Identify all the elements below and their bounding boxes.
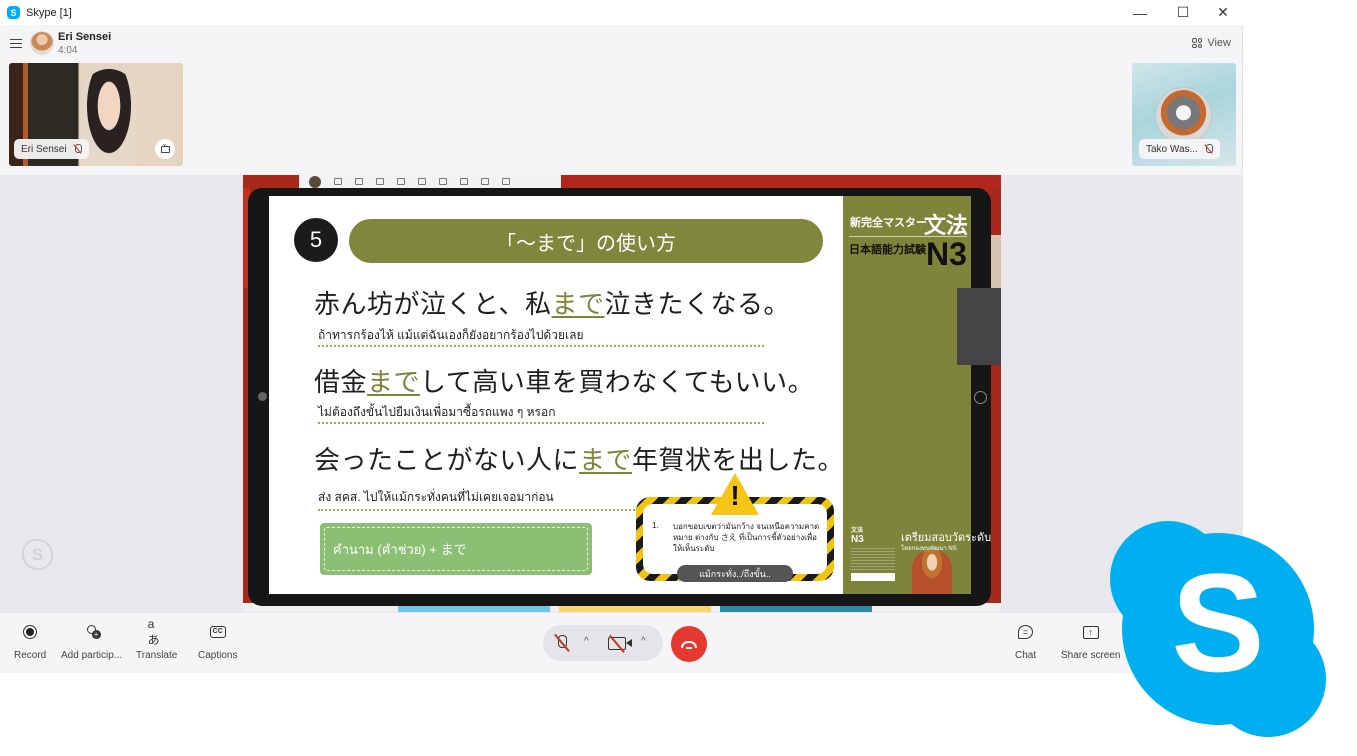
note-text: บอกขอบเขตว่ามันกว้าง จนเหนือความคาดหมาย … <box>673 522 820 553</box>
mic-muted-icon <box>73 144 82 154</box>
caller-name: Eri Sensei <box>58 31 112 43</box>
grid-view-icon <box>1192 38 1203 48</box>
overlay-block <box>957 288 1001 365</box>
participant-avatar <box>1155 87 1212 144</box>
call-header: Eri Sensei 4:04 View <box>0 25 1243 61</box>
unpin-icon <box>160 143 170 153</box>
camera-dot <box>258 392 267 401</box>
tool-icon <box>481 178 489 185</box>
tool-icon <box>334 178 342 185</box>
tool-icon <box>460 178 468 185</box>
maximize-button[interactable]: ☐ <box>1163 0 1203 25</box>
tool-icon <box>355 178 363 185</box>
mute-microphone-button[interactable] <box>553 634 571 652</box>
mini-book-cover: 文法 N3 <box>851 525 895 585</box>
book-series: 新完全マスター <box>850 217 927 229</box>
note-meaning-pill: แม้กระทั่ง../ถึงขั้น.. <box>677 565 793 582</box>
record-button[interactable]: Record <box>14 623 46 661</box>
unpin-button[interactable] <box>155 139 175 159</box>
tool-icon <box>418 178 426 185</box>
profile-icon <box>309 175 321 188</box>
window-title: Skype [1] <box>26 6 72 19</box>
minimize-button[interactable]: — <box>1120 0 1160 25</box>
svg-text:S: S <box>1171 544 1264 701</box>
example-sentence: 借金までして高い車を買わなくてもいい。 <box>314 367 815 397</box>
chat-button[interactable]: = Chat <box>1015 623 1036 661</box>
add-person-icon <box>85 625 101 639</box>
mic-options-chevron-icon[interactable]: ^ <box>584 636 589 647</box>
captions-button[interactable]: CC Captions <box>198 623 237 661</box>
home-button-icon <box>974 391 987 404</box>
example-sentence: 赤ん坊が泣くと、私まで泣きたくなる。 <box>314 289 790 319</box>
avatar[interactable] <box>30 31 54 55</box>
captions-icon: CC <box>209 626 226 638</box>
share-screen-icon: ↑ <box>1082 625 1099 639</box>
participant-name-pill: Eri Sensei <box>14 139 89 159</box>
tool-icon <box>502 178 510 185</box>
add-participants-button[interactable]: Add particip... <box>61 623 122 661</box>
grammar-formula-box: คำนาม (คำช่วย) + まで <box>320 523 592 575</box>
skype-window: S Skype [1] — ☐ ✕ Eri Sensei 4:04 View E… <box>0 0 1243 673</box>
browser-tab-strip <box>561 175 1001 188</box>
participant-tile-eri[interactable]: Eri Sensei <box>9 63 183 166</box>
skype-watermark-icon: S <box>22 539 53 570</box>
tool-icon <box>439 178 447 185</box>
translate-icon: aあ <box>147 616 160 647</box>
example-sentence: 会ったことがない人にまで年賀状を出した。 <box>314 445 845 475</box>
close-button[interactable]: ✕ <box>1203 0 1243 25</box>
translate-button[interactable]: aあ Translate <box>136 617 177 662</box>
view-label: View <box>1207 37 1231 49</box>
toggle-camera-button[interactable] <box>608 637 626 650</box>
menu-icon[interactable] <box>10 39 22 48</box>
skype-logo-icon: S <box>1110 521 1326 737</box>
shared-app-toolbar <box>299 175 561 188</box>
note-index: 1. <box>652 521 659 530</box>
call-duration: 4:04 <box>58 45 78 56</box>
sentence-translation: ส่ง สคส. ไปให้แม้กระทั่งคนที่ไม่เคยเจอมา… <box>318 490 554 504</box>
slide-number: 5 <box>294 218 338 262</box>
view-button[interactable]: View <box>1192 37 1231 49</box>
sentence-translation: ไม่ต้องถึงขั้นไปยืมเงินเพื่อมาซื้อรถแพง … <box>318 405 556 419</box>
divider <box>318 345 764 347</box>
record-icon <box>23 625 38 639</box>
video-feed <box>81 69 137 166</box>
skype-app-icon: S <box>7 6 20 19</box>
divider <box>318 509 638 511</box>
participant-name: Tako Was... <box>1146 143 1198 155</box>
slide-title: 「～まで」の使い方 <box>349 219 823 263</box>
grammar-formula: คำนาม (คำช่วย) + まで <box>324 527 588 571</box>
participant-name: Eri Sensei <box>21 143 67 155</box>
tool-icon <box>397 178 405 185</box>
book-level: N3 <box>926 236 967 272</box>
sentence-translation: ถ้าทารกร้องไห้ แม้แต่ฉันเองก็ยังอยากร้อง… <box>318 328 584 342</box>
divider <box>318 422 764 424</box>
book-exam: 日本語能力試験 <box>849 244 926 256</box>
hang-up-icon <box>681 640 697 649</box>
participant-tile-tako[interactable]: Tako Was... <box>1132 63 1236 166</box>
chat-icon: = <box>1018 625 1034 639</box>
end-call-button[interactable] <box>671 626 707 662</box>
camera-options-chevron-icon[interactable]: ^ <box>641 636 646 647</box>
mic-muted-icon <box>1204 144 1213 154</box>
participant-name-pill: Tako Was... <box>1139 139 1220 159</box>
promo-photo <box>912 550 952 594</box>
tool-icon <box>376 178 384 185</box>
title-bar: S Skype [1] — ☐ ✕ <box>0 0 1243 25</box>
